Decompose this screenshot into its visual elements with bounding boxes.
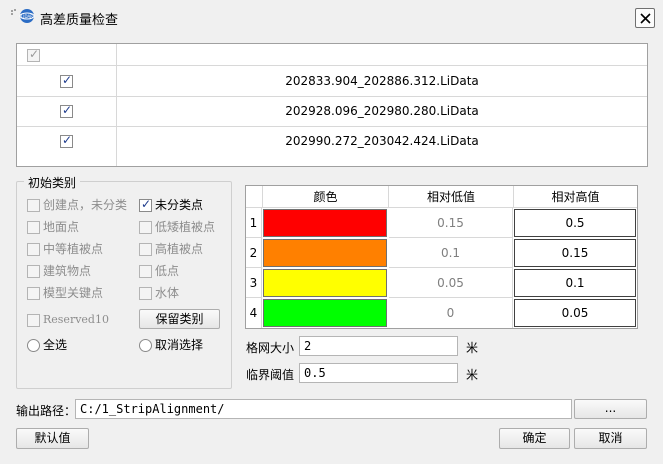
- close-button[interactable]: [635, 8, 655, 28]
- row-number: 2: [246, 238, 262, 268]
- low-value: 0.1: [389, 238, 513, 268]
- color-range-table: 颜色 相对低值 相对高值 1 0.15 0.5 2 0.1 0.15 3 0.0…: [245, 185, 638, 329]
- grid-size-input[interactable]: 2: [299, 336, 458, 356]
- color-swatch-yellow[interactable]: [263, 269, 387, 297]
- file-row-checkbox[interactable]: [60, 103, 73, 118]
- class-group-title: 初始类别: [24, 174, 81, 191]
- color-swatch-green[interactable]: [263, 299, 387, 327]
- svg-text:LIDAR: LIDAR: [21, 14, 33, 19]
- threshold-input[interactable]: 0.5: [299, 363, 458, 383]
- window-title: 高差质量检查: [40, 13, 119, 28]
- row-number: 1: [246, 208, 262, 238]
- close-icon: [640, 13, 651, 24]
- header-checkbox[interactable]: [27, 47, 40, 62]
- cancel-button[interactable]: 取消: [574, 428, 647, 449]
- high-value-input[interactable]: 0.5: [514, 209, 636, 237]
- row-number: 3: [246, 268, 262, 298]
- file-row[interactable]: 202928.096_202980.280.LiData: [17, 97, 647, 127]
- high-value-input[interactable]: 0.1: [514, 269, 636, 297]
- ok-button[interactable]: 确定: [499, 428, 570, 449]
- output-path-input[interactable]: C:/1_StripAlignment/: [75, 399, 572, 419]
- file-table-header: [17, 44, 647, 66]
- grid-size-label: 格网大小: [246, 341, 295, 355]
- low-value: 0: [389, 298, 513, 328]
- app-logo-icon: LIDAR: [9, 8, 39, 24]
- file-table: 202833.904_202886.312.LiData 202928.096_…: [16, 43, 648, 167]
- color-swatch-orange[interactable]: [263, 239, 387, 267]
- low-value: 0.05: [389, 268, 513, 298]
- file-row-checkbox[interactable]: [60, 133, 73, 148]
- column-header-color: 颜色: [263, 186, 389, 208]
- column-header-low: 相对低值: [389, 186, 514, 208]
- threshold-label: 临界阈值: [246, 368, 295, 382]
- file-row-checkbox[interactable]: [60, 73, 73, 88]
- high-value-input[interactable]: 0.05: [514, 299, 636, 327]
- file-row[interactable]: 202833.904_202886.312.LiData: [17, 67, 647, 97]
- file-name: 202928.096_202980.280.LiData: [285, 104, 479, 118]
- threshold-unit: 米: [466, 368, 479, 382]
- row-number: 4: [246, 298, 262, 328]
- color-swatch-red[interactable]: [263, 209, 387, 237]
- default-button[interactable]: 默认值: [16, 428, 89, 449]
- browse-button[interactable]: ...: [574, 399, 647, 419]
- file-name: 202833.904_202886.312.LiData: [285, 74, 479, 88]
- low-value: 0.15: [389, 208, 513, 238]
- keep-class-button[interactable]: 保留类别: [139, 309, 220, 329]
- output-path-label: 输出路径：: [16, 404, 77, 418]
- file-name: 202990.272_203042.424.LiData: [285, 134, 479, 148]
- file-row[interactable]: 202990.272_203042.424.LiData: [17, 127, 647, 157]
- grid-size-unit: 米: [466, 341, 479, 355]
- column-header-high: 相对高值: [514, 186, 637, 208]
- high-value-input[interactable]: 0.15: [514, 239, 636, 267]
